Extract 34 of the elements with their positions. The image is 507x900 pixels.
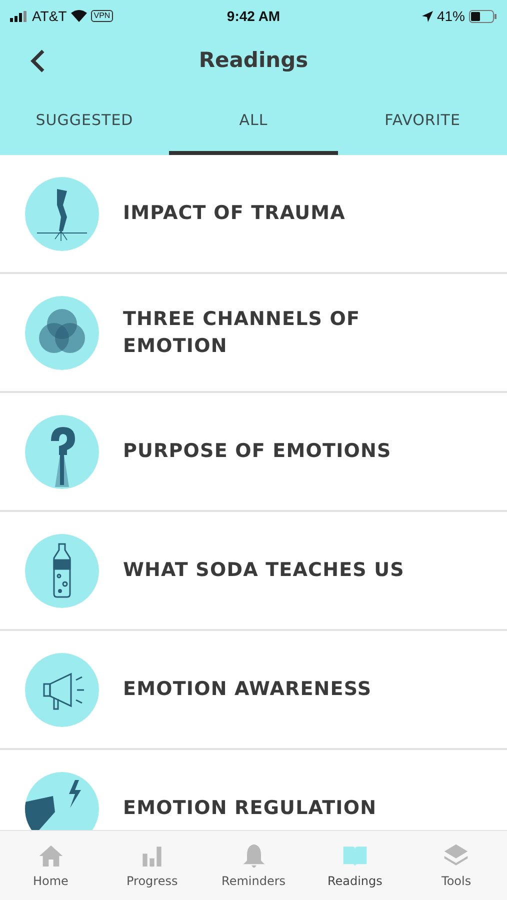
tab-bar-item[interactable]: Readings (304, 831, 406, 900)
reading-title: EMOTION AWARENESS (123, 677, 372, 702)
page-title: Readings (198, 47, 308, 74)
tab-bar-item[interactable]: Tools (406, 831, 507, 900)
vpn-badge: VPN (90, 10, 114, 22)
tab-bar-item[interactable]: Reminders (202, 831, 304, 900)
tab-bar-item[interactable]: Home (0, 831, 102, 900)
reading-title: IMPACT OF TRAUMA (123, 201, 346, 226)
tab-bar-item[interactable]: Progress (101, 831, 203, 900)
tab[interactable]: FAVORITE (338, 90, 507, 155)
question-mark-icon (25, 414, 99, 488)
signal-icon (10, 10, 28, 22)
tab[interactable]: SUGGESTED (0, 90, 169, 155)
reading-row[interactable]: PURPOSE OF EMOTIONS (0, 393, 507, 512)
reading-row[interactable]: EMOTION AWARENESS (0, 631, 507, 750)
battery-icon (469, 10, 498, 22)
reading-title: WHAT SODA TEACHES US (123, 558, 404, 583)
reading-row[interactable]: WHAT SODA TEACHES US (0, 512, 507, 631)
reading-title: EMOTION REGULATION (123, 796, 377, 821)
crack-icon (25, 176, 99, 250)
clock-text: 9:42 AM (226, 6, 280, 26)
reading-title: PURPOSE OF EMOTIONS (123, 439, 392, 464)
back-chevron-icon (30, 49, 46, 73)
carrier-text: AT&T (32, 6, 67, 26)
overlapping-circles-icon (25, 296, 99, 370)
reading-row[interactable]: THREE CHANNELS OF EMOTION (0, 274, 507, 393)
reading-title: THREE CHANNELS OF EMOTION (123, 306, 362, 358)
location-arrow-icon (422, 10, 433, 22)
battery-percent: 41% (436, 6, 466, 26)
bottle-icon (25, 534, 99, 608)
wifi-icon (70, 10, 87, 22)
reading-row[interactable]: IMPACT OF TRAUMA (0, 155, 507, 274)
megaphone-icon (25, 652, 99, 726)
tab[interactable]: ALL (169, 90, 338, 155)
